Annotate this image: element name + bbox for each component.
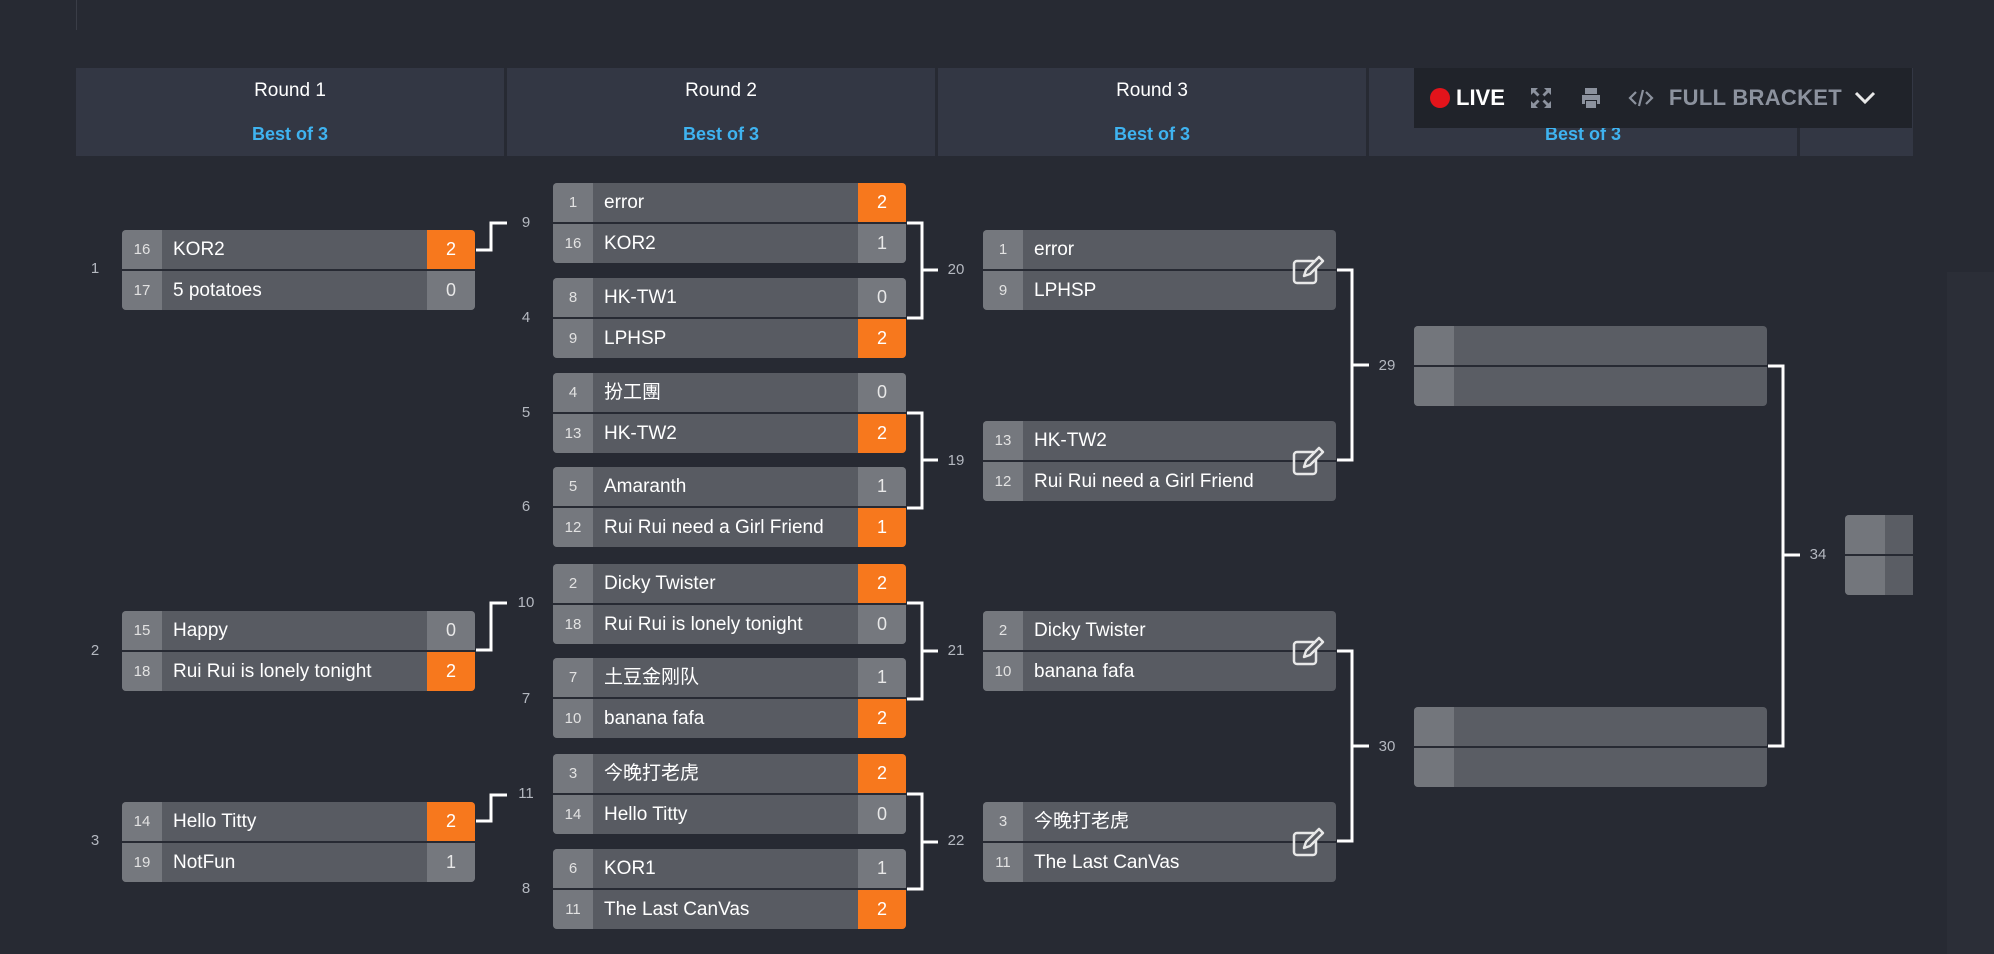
- connector-line: [1337, 649, 1354, 843]
- connector-line: [907, 792, 924, 891]
- connector-line: [1337, 268, 1354, 462]
- connector-line: [476, 601, 507, 652]
- bracket-connectors: [476, 221, 1800, 891]
- connector-line: [907, 411, 924, 510]
- connector-line: [1768, 364, 1785, 748]
- connector-line: [907, 221, 924, 320]
- connector-line: [476, 793, 507, 823]
- scrollbar-track[interactable]: [1947, 272, 1994, 954]
- connector-line: [907, 601, 924, 701]
- connector-line: [476, 221, 507, 252]
